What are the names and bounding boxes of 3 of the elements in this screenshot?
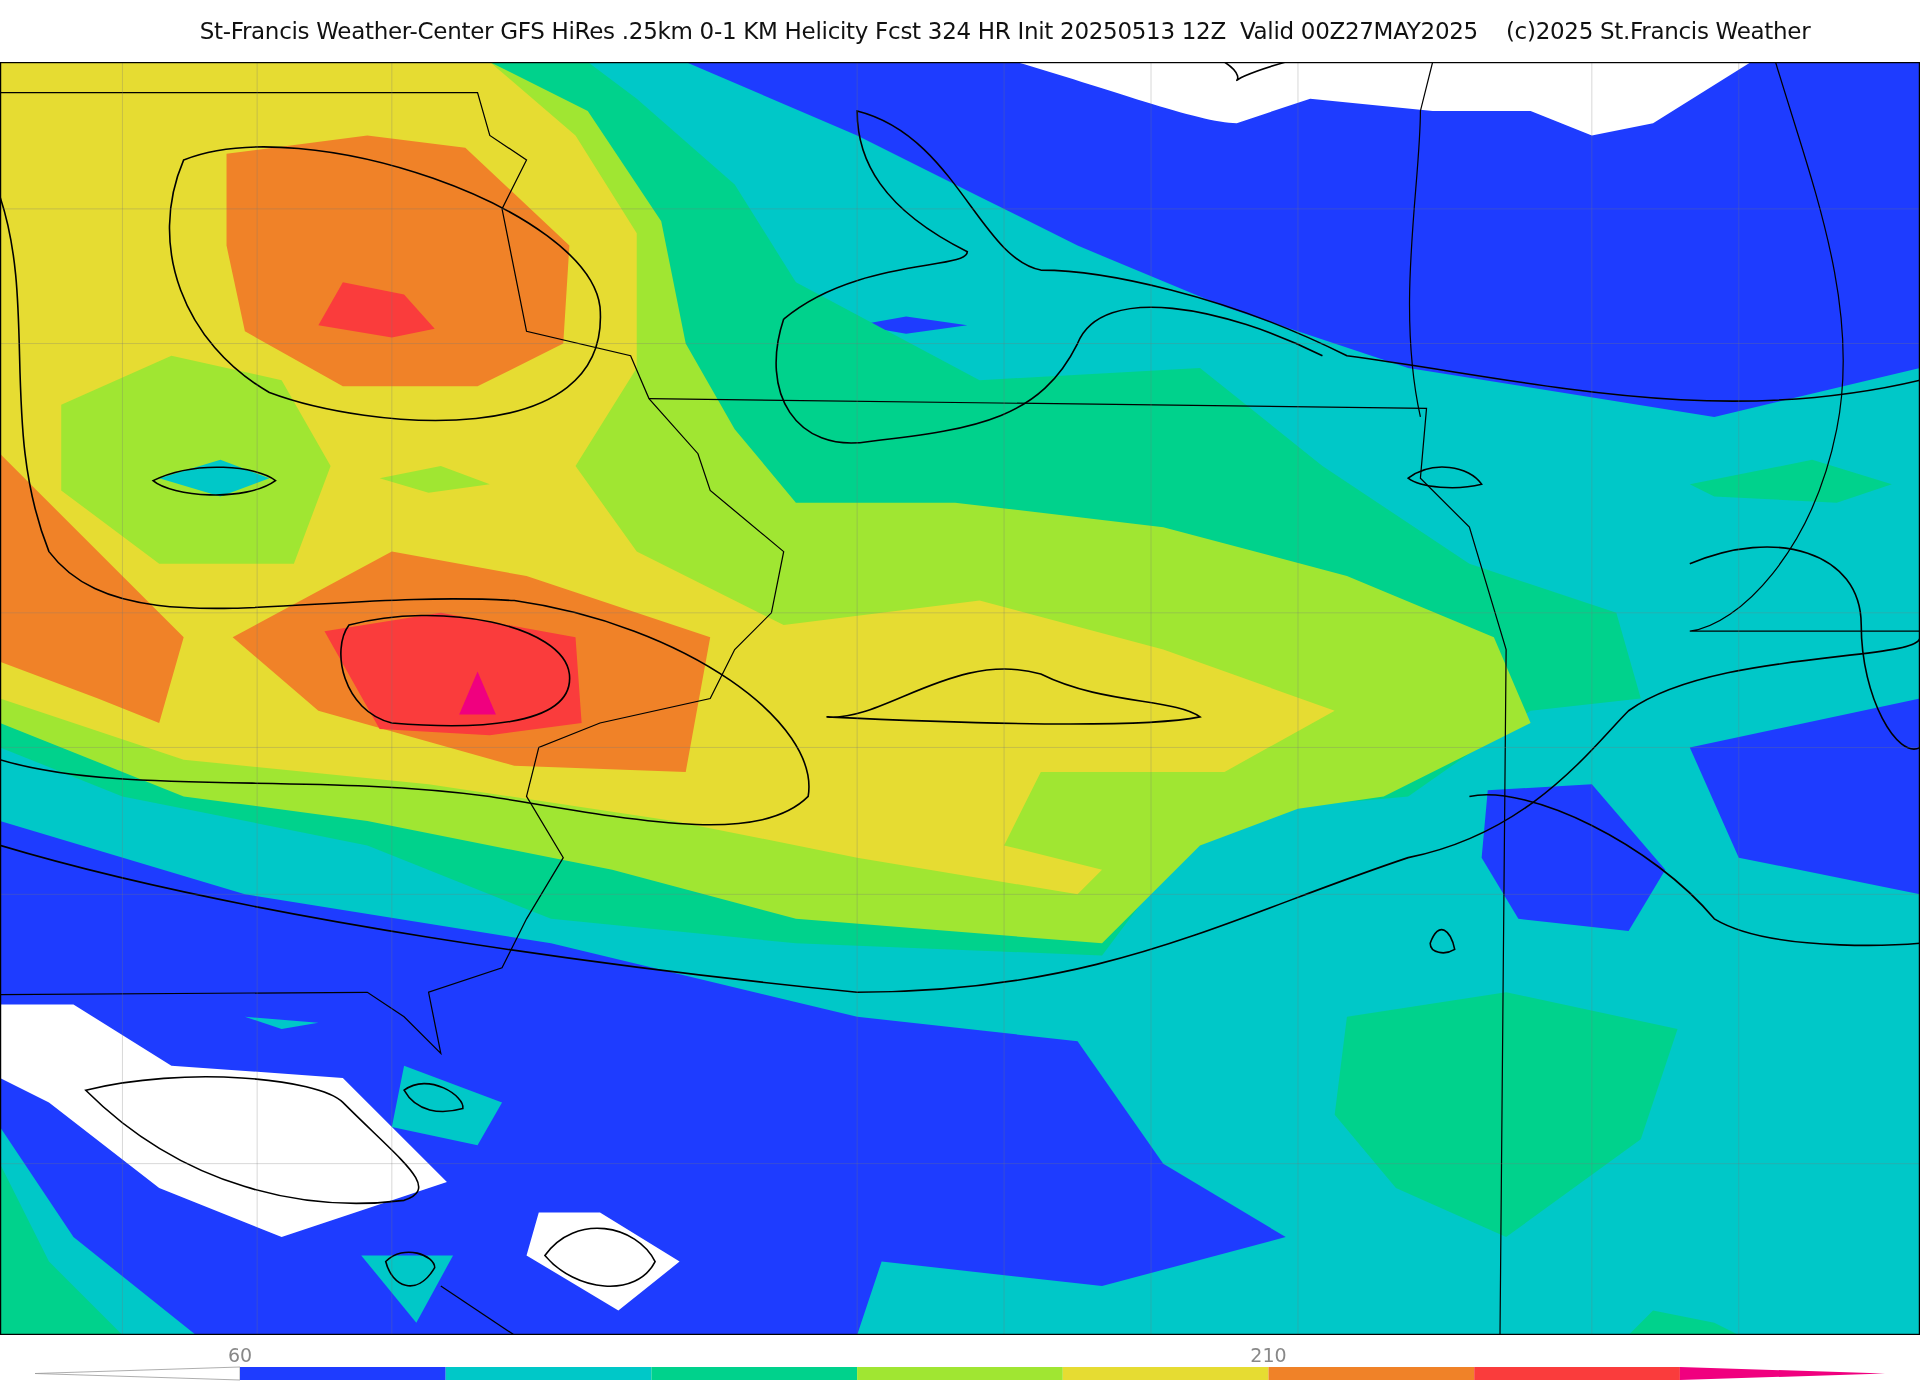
map-title: St-Francis Weather-Center GFS HiRes .25km 0-1 KM Helicity Fcst 324 HR Init 20250513 12Z Valid 00Z27MAY2025 (c)2025 St.Francis Weather [199,18,1811,44]
colorbar-label: 210 [1250,1344,1287,1366]
colorbar-label: 60 [227,1344,253,1366]
